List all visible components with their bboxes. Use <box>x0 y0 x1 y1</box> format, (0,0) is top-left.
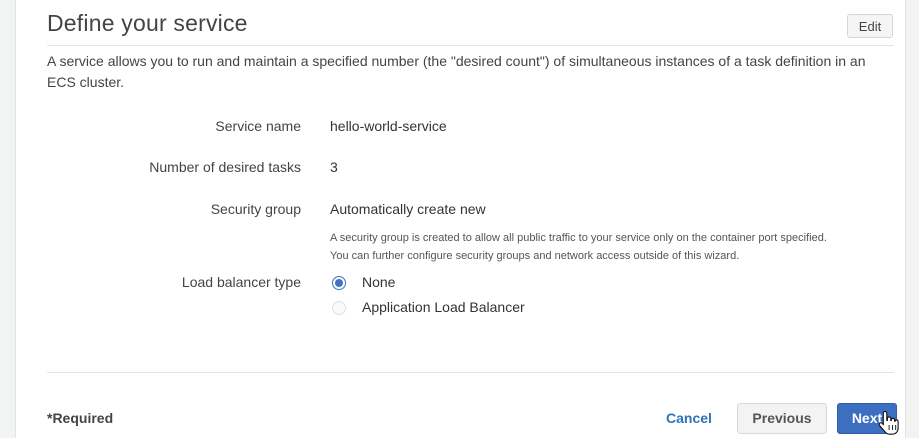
radio-application-load-balancer[interactable] <box>332 301 346 315</box>
edit-button[interactable]: Edit <box>847 14 893 38</box>
security-group-note: A security group is created to allow all… <box>330 229 890 265</box>
section-title: Define your service <box>47 10 248 36</box>
security-group-label: Security group <box>210 201 301 217</box>
radio-none[interactable] <box>332 276 346 290</box>
footer-divider <box>47 372 894 373</box>
radio-application-load-balancer-label[interactable]: Application Load Balancer <box>362 299 525 315</box>
security-group-value: Automatically create new <box>330 201 486 217</box>
hand-pointer-icon <box>878 410 899 435</box>
service-name-value: hello-world-service <box>330 118 447 134</box>
desired-tasks-label: Number of desired tasks <box>149 159 301 175</box>
security-group-note-line2: You can further configure security group… <box>330 250 740 262</box>
section-description: A service allows you to run and maintain… <box>47 53 866 90</box>
previous-button[interactable]: Previous <box>737 403 827 434</box>
service-name-label: Service name <box>215 118 301 134</box>
desired-tasks-value: 3 <box>330 159 338 175</box>
required-note: *Required <box>47 410 114 426</box>
radio-none-label[interactable]: None <box>362 274 395 290</box>
security-group-note-line1: A security group is created to allow all… <box>330 232 827 244</box>
cancel-link[interactable]: Cancel <box>666 410 712 426</box>
load-balancer-label: Load balancer type <box>181 274 301 290</box>
header-divider <box>47 45 894 46</box>
service-definition-panel: Define your service Edit A service allow… <box>15 0 906 438</box>
